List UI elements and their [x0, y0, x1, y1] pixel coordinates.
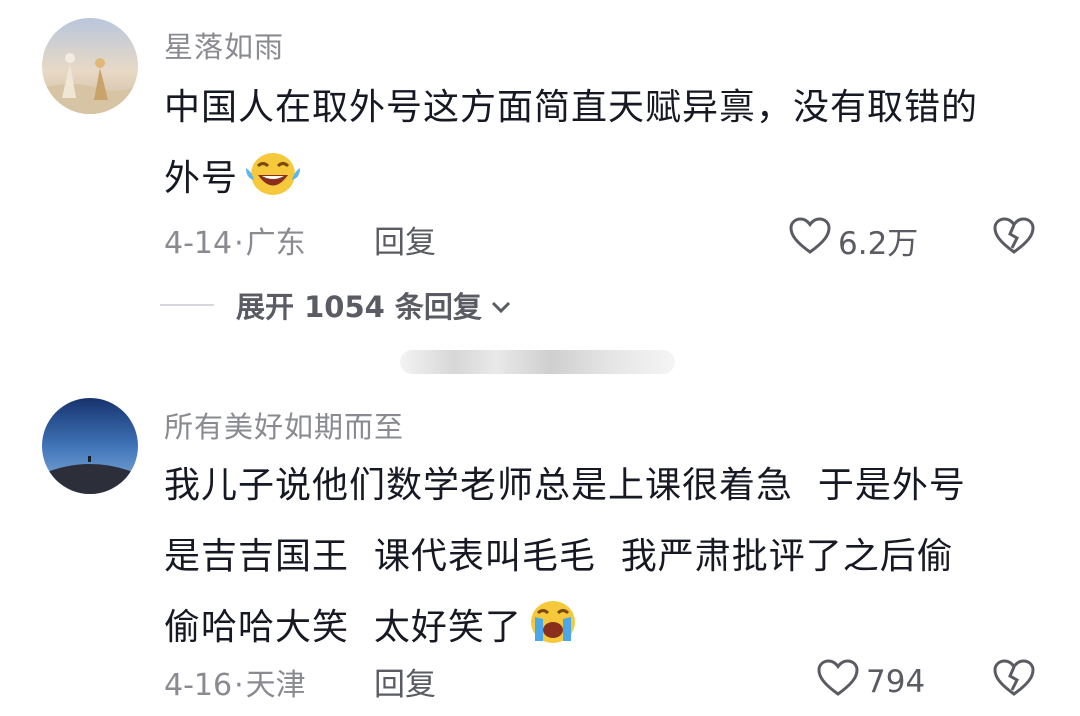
- comment-line: 中国人在取外号这方面简直天赋异禀，没有取错的: [164, 87, 979, 128]
- comment-meta: 4-16·天津: [164, 660, 306, 704]
- comment-line-last: 外号: [164, 143, 1044, 222]
- like-count: 6.2万: [838, 225, 919, 262]
- dislike-button[interactable]: [992, 658, 1036, 702]
- comment-text: 中国人在取外号这方面简直天赋异禀，没有取错的 外号: [164, 72, 1044, 222]
- comment-line: 外号: [164, 158, 239, 199]
- comment-line: 是吉吉国王 课代表叫毛毛 我严肃批评了之后偷: [164, 536, 954, 577]
- username[interactable]: 所有美好如期而至: [164, 404, 404, 446]
- reply-button[interactable]: 回复: [374, 659, 436, 704]
- broken-heart-icon: [992, 217, 1036, 260]
- blurred-region: [400, 350, 675, 374]
- crying-face-emoji: [526, 597, 580, 671]
- expand-replies-label: 展开 1054 条回复: [236, 290, 482, 324]
- broken-heart-icon: [992, 659, 1036, 702]
- heart-outline-icon: [816, 658, 860, 706]
- laughing-tears-emoji: [242, 148, 304, 222]
- like-count: 794: [866, 664, 926, 700]
- heart-outline-icon: [788, 216, 832, 264]
- avatar[interactable]: [42, 18, 138, 114]
- comment-location: 天津: [245, 668, 306, 703]
- expand-replies-button[interactable]: 展开 1054 条回复: [160, 284, 512, 326]
- comment-meta: 4-14·广东: [164, 218, 306, 262]
- chevron-down-icon: [490, 288, 512, 322]
- dislike-button[interactable]: [992, 216, 1036, 260]
- comment-text: 我儿子说他们数学老师总是上课很着急 于是外号 是吉吉国王 课代表叫毛毛 我严肃批…: [164, 450, 1044, 671]
- meta-separator: ·: [234, 226, 244, 261]
- comment-line: 偷哈哈大笑 太好笑了: [164, 607, 522, 648]
- comment-line: 我儿子说他们数学老师总是上课很着急 于是外号: [164, 465, 966, 506]
- meta-separator: ·: [234, 668, 244, 703]
- comment-date: 4-16: [164, 668, 233, 703]
- like-button[interactable]: 6.2万: [788, 216, 918, 264]
- reply-button[interactable]: 回复: [374, 217, 436, 262]
- comment-date: 4-14: [164, 226, 233, 261]
- avatar[interactable]: [42, 398, 138, 494]
- comment-location: 广东: [245, 226, 306, 261]
- username[interactable]: 星落如雨: [164, 24, 284, 66]
- divider: [160, 304, 214, 306]
- like-button[interactable]: 794: [816, 658, 925, 706]
